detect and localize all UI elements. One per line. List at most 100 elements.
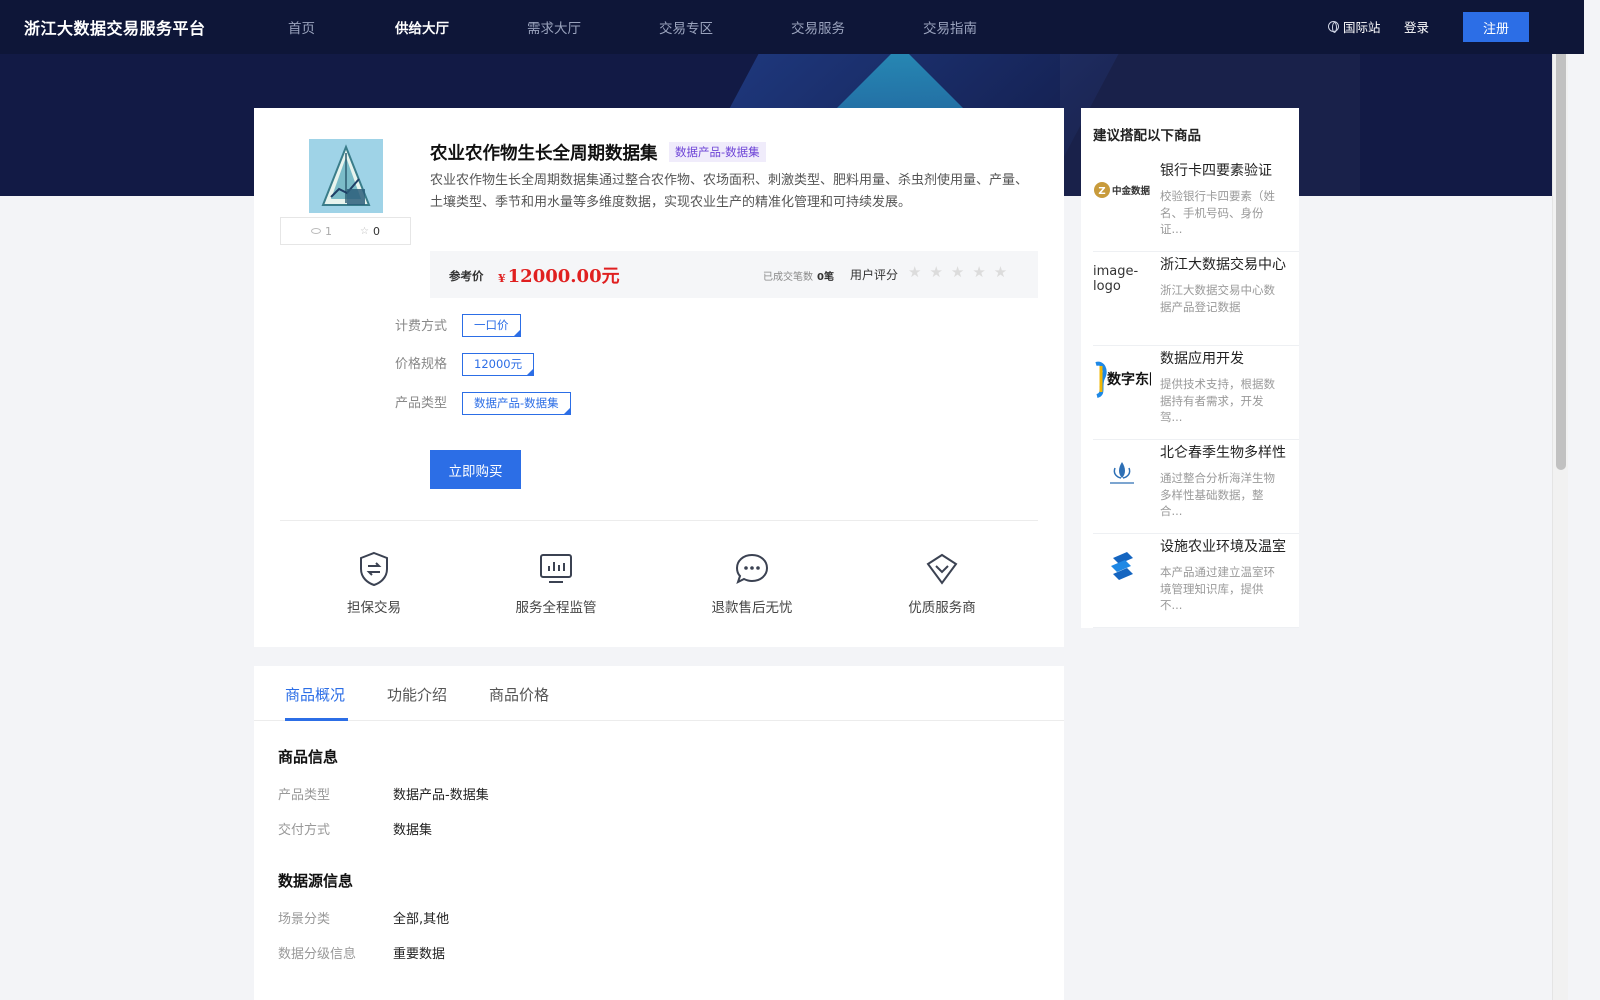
- product-card: 1 ☆ 0 农业农作物生长全周期数据集 数据产品-数据集 农业农作物生长全周期数…: [254, 108, 1064, 647]
- recommend-item[interactable]: Z 中金数据 银行卡四要素验证 校验银行卡四要素（姓名、手机号码、身份证...: [1093, 158, 1299, 252]
- nav-demand-hall[interactable]: 需求大厅: [527, 17, 581, 37]
- eye-icon: [311, 228, 322, 234]
- buy-now-button[interactable]: 立即购买: [430, 450, 521, 489]
- deal-count: 已成交笔数 0笔: [763, 268, 834, 283]
- recommend-item-desc: 本产品通过建立温室环境管理知识库，提供不...: [1160, 565, 1275, 612]
- deal-count-value: 0笔: [817, 272, 834, 283]
- product-title: 农业农作物生长全周期数据集: [430, 144, 658, 164]
- info-value: 全部,其他: [393, 912, 450, 927]
- page-scrollbar[interactable]: [1552, 0, 1568, 1000]
- feature-refund-worry-free: 退款售后无忧: [687, 550, 817, 616]
- product-details-card: 商品概况 功能介绍 商品价格 商品信息 产品类型 数据产品-数据集 交付方式 数…: [254, 666, 1064, 1000]
- recommend-item[interactable]: 北仑春季生物多样性 通过整合分析海洋生物多样性基础数据，整合...: [1093, 440, 1299, 534]
- s-logo-icon: [1093, 546, 1151, 588]
- product-thumbnail: [309, 139, 383, 213]
- top-navigation: 浙江大数据交易服务平台 首页 供给大厅 需求大厅 交易专区 交易服务 交易指南 …: [0, 0, 1584, 54]
- international-site-link[interactable]: 国际站: [1328, 17, 1381, 36]
- recommend-item[interactable]: 设施农业环境及温室 本产品通过建立温室环境管理知识库，提供不...: [1093, 534, 1299, 628]
- ocean-logo-icon: [1093, 452, 1151, 494]
- favorite-count-value: 0: [372, 224, 380, 238]
- recommend-item-desc: 通过整合分析海洋生物多样性基础数据，整合...: [1160, 471, 1275, 518]
- brand-logo-text[interactable]: 浙江大数据交易服务平台: [24, 15, 206, 39]
- svg-text:中金数据: 中金数据: [1112, 185, 1151, 197]
- recommend-panel: 建议搭配以下商品 Z 中金数据 银行卡四要素验证 校验银行卡四要素（姓名、手机号…: [1081, 108, 1299, 628]
- broken-image-alt-text: image-logo: [1093, 264, 1139, 294]
- recommend-item-name: 浙江大数据交易中心: [1160, 257, 1286, 273]
- recommend-item-name: 银行卡四要素验证: [1160, 163, 1272, 179]
- billing-method-option[interactable]: 一口价: [462, 314, 521, 337]
- shuzi-dongyang-logo-icon: 数字东阳: [1093, 358, 1151, 400]
- rating-label: 用户评分: [850, 268, 899, 282]
- detail-tabs: 商品概况 功能介绍 商品价格: [254, 666, 1064, 721]
- active-tab-indicator: [285, 718, 348, 721]
- chat-bubble-icon: [733, 550, 771, 588]
- globe-icon: [1328, 21, 1339, 33]
- scrollbar-thumb[interactable]: [1556, 2, 1566, 470]
- info-value: 数据集: [393, 823, 433, 838]
- tab-pricing[interactable]: 商品价格: [489, 684, 549, 705]
- feature-label: 退款售后无忧: [711, 600, 793, 616]
- price-amount: 12000.00元: [507, 266, 620, 287]
- recommend-title: 建议搭配以下商品: [1093, 128, 1201, 144]
- feature-full-supervision: 服务全程监管: [491, 550, 621, 616]
- product-description: 农业农作物生长全周期数据集通过整合农作物、农场面积、刺激类型、肥料用量、杀虫剂使…: [430, 173, 1029, 210]
- product-thumbnail-graphic: [309, 139, 383, 213]
- shield-exchange-icon: [355, 550, 393, 588]
- nav-home[interactable]: 首页: [288, 17, 315, 37]
- divider: [280, 520, 1038, 521]
- recommend-item-name: 北仑春季生物多样性: [1160, 445, 1286, 461]
- price-value: ¥12000.00元: [498, 262, 620, 288]
- recommend-item-name: 数据应用开发: [1160, 351, 1244, 367]
- product-stats: 1 ☆ 0: [280, 217, 411, 245]
- section-title-product-info: 商品信息: [278, 748, 339, 766]
- login-link[interactable]: 登录: [1404, 17, 1429, 36]
- recommend-item-desc: 提供技术支持，根据数据持有者需求，开发驾...: [1160, 377, 1275, 424]
- info-key: 数据分级信息: [278, 947, 357, 962]
- currency-symbol: ¥: [498, 272, 506, 285]
- info-value: 数据产品-数据集: [393, 788, 489, 803]
- recommend-item-desc: 浙江大数据交易中心数据产品登记数据: [1160, 283, 1275, 314]
- price-bar: 参考价 ¥12000.00元 已成交笔数 0笔 用户评分 ★★★★★: [430, 251, 1038, 298]
- register-button[interactable]: 注册: [1463, 12, 1529, 42]
- info-key: 场景分类: [278, 912, 331, 927]
- view-count-value: 1: [325, 224, 333, 238]
- nav-supply-hall[interactable]: 供给大厅: [395, 17, 449, 37]
- recommend-item[interactable]: image-logo 浙江大数据交易中心 浙江大数据交易中心数据产品登记数据: [1093, 252, 1299, 346]
- product-category-tag: 数据产品-数据集: [669, 142, 766, 162]
- view-count: 1: [311, 225, 332, 238]
- info-key: 产品类型: [278, 788, 331, 803]
- tab-overview[interactable]: 商品概况: [285, 684, 345, 705]
- price-spec-label: 价格规格: [395, 357, 448, 372]
- recommend-item-name: 设施农业环境及温室: [1160, 539, 1286, 555]
- feature-label: 服务全程监管: [515, 600, 597, 616]
- international-site-label: 国际站: [1343, 20, 1381, 35]
- deal-count-label: 已成交笔数: [763, 272, 813, 283]
- svg-text:Z: Z: [1098, 186, 1105, 197]
- favorite-count[interactable]: ☆ 0: [360, 225, 380, 238]
- feature-guaranteed-trade: 担保交易: [309, 550, 439, 616]
- product-type-option[interactable]: 数据产品-数据集: [462, 392, 571, 415]
- broken-image-icon: image-logo: [1093, 264, 1151, 306]
- feature-label: 担保交易: [347, 600, 401, 616]
- tab-features[interactable]: 功能介绍: [387, 684, 447, 705]
- diamond-icon: [923, 550, 961, 588]
- monitor-chart-icon: [537, 550, 575, 588]
- price-spec-option[interactable]: 12000元: [462, 353, 535, 376]
- feature-label: 优质服务商: [908, 600, 976, 616]
- rating-stars: ★★★★★: [908, 263, 1016, 281]
- recommend-item[interactable]: 数字东阳 数据应用开发 提供技术支持，根据数据持有者需求，开发驾...: [1093, 346, 1299, 440]
- nav-trading-zone[interactable]: 交易专区: [659, 17, 713, 37]
- nav-trading-guide[interactable]: 交易指南: [923, 17, 977, 37]
- nav-trading-service[interactable]: 交易服务: [791, 17, 845, 37]
- section-title-data-source: 数据源信息: [278, 872, 354, 890]
- product-type-label: 产品类型: [395, 396, 448, 411]
- zhongjin-logo-icon: Z 中金数据: [1093, 170, 1151, 212]
- svg-text:数字东阳: 数字东阳: [1107, 371, 1151, 388]
- info-value: 重要数据: [393, 947, 446, 962]
- star-outline-icon: ☆: [360, 225, 369, 237]
- recommend-item-desc: 校验银行卡四要素（姓名、手机号码、身份证...: [1160, 189, 1275, 236]
- billing-method-label: 计费方式: [395, 319, 448, 334]
- price-label: 参考价: [449, 269, 484, 283]
- feature-quality-provider: 优质服务商: [877, 550, 1007, 616]
- info-key: 交付方式: [278, 823, 331, 838]
